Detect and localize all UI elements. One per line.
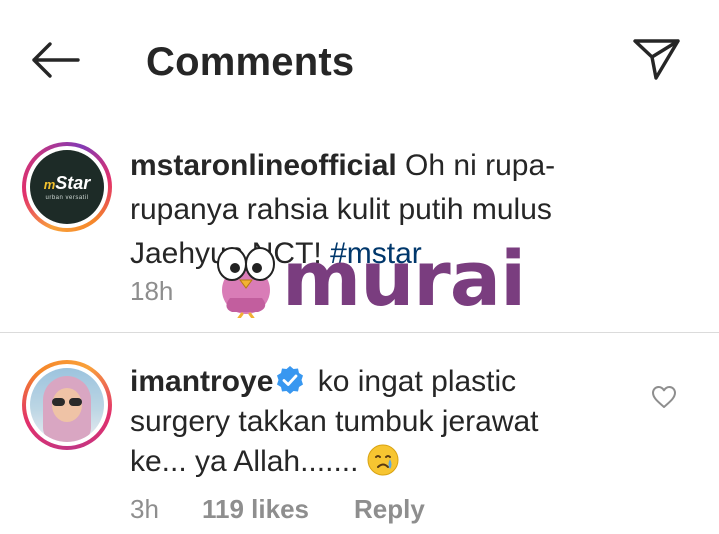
mstar-logo-prefix: m <box>43 177 56 192</box>
murai-watermark: murai <box>212 234 526 323</box>
comment-item: imantroye ko ingat plastic surgery takka… <box>0 348 719 534</box>
mstar-tagline: urban versatil <box>45 195 89 201</box>
caption-username[interactable]: mstaronlineofficial <box>130 149 397 182</box>
commenter-avatar[interactable] <box>22 360 112 450</box>
commenter-avatar-border <box>26 364 108 446</box>
murai-logo-text: murai <box>282 234 526 323</box>
sunglasses-shape <box>52 398 82 406</box>
divider <box>0 332 719 333</box>
comment-text: imantroye ko ingat plastic surgery takka… <box>130 362 600 482</box>
caption-timestamp: 18h <box>130 276 174 306</box>
header-bar: Comments <box>0 0 719 120</box>
avatar-border: mStar urban versatil <box>26 146 108 228</box>
like-comment-button[interactable] <box>651 385 677 409</box>
crying-face-emoji <box>367 444 399 476</box>
mstar-logo: mStar <box>44 173 91 194</box>
heart-outline-icon <box>652 386 676 408</box>
page-title: Comments <box>146 40 355 84</box>
share-button[interactable] <box>632 36 682 82</box>
avatar[interactable]: mStar urban versatil <box>22 142 112 232</box>
bird-mascot-icon <box>217 247 275 318</box>
mstar-logo-avatar: mStar urban versatil <box>30 150 104 224</box>
comment-timestamp: 3h <box>130 494 159 524</box>
arrow-left-icon <box>32 42 80 78</box>
back-button[interactable] <box>30 40 82 80</box>
likes-count-link[interactable]: 119 likes <box>202 494 309 525</box>
paper-plane-icon <box>633 39 680 80</box>
mstar-logo-text: Star <box>55 173 91 193</box>
comment-username[interactable]: imantroye <box>130 365 273 398</box>
verified-badge-icon <box>277 366 304 394</box>
reply-button[interactable]: Reply <box>354 494 425 525</box>
commenter-photo <box>30 368 104 442</box>
